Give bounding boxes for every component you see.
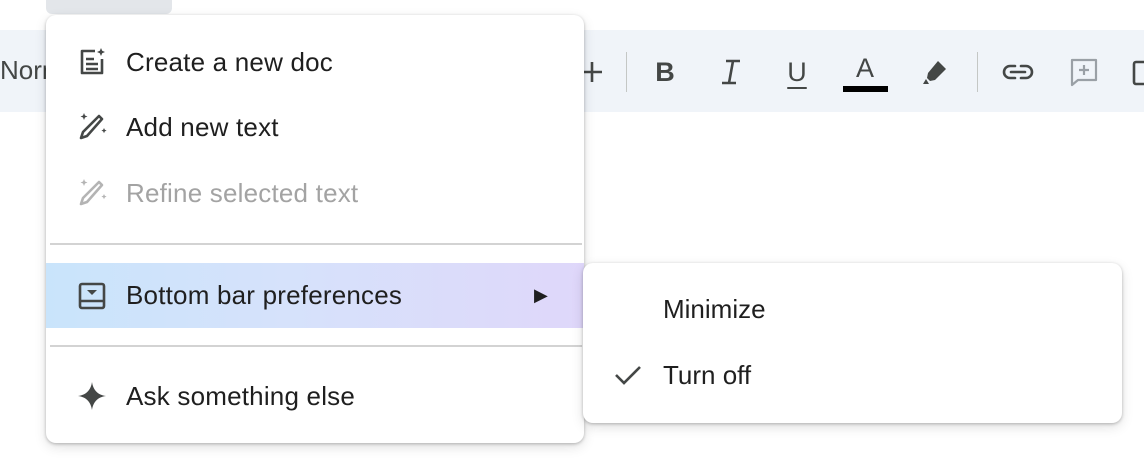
menu-divider: [50, 345, 582, 347]
ai-assist-menu: Create a new doc Add new text Refine sel…: [46, 15, 584, 443]
toolbar-divider: [626, 52, 627, 92]
italic-icon: [722, 59, 740, 85]
text-color-button[interactable]: A: [843, 46, 887, 90]
menu-item-bottom-bar-preferences[interactable]: Bottom bar preferences ▶: [46, 263, 584, 328]
submenu-item-turn-off[interactable]: Turn off: [583, 343, 1122, 407]
underline-icon: U: [787, 56, 807, 87]
text-color-icon: A: [855, 52, 874, 83]
bottom-bar-icon: [74, 278, 110, 314]
insert-image-button[interactable]: [1122, 50, 1144, 94]
bold-button[interactable]: B: [643, 50, 687, 94]
menu-bar-active-item[interactable]: [46, 0, 172, 14]
add-comment-button[interactable]: [1062, 50, 1106, 94]
doc-sparkle-icon: [74, 44, 110, 80]
menu-item-label: Create a new doc: [126, 46, 333, 77]
menu-item-label: Ask something else: [126, 380, 356, 411]
submenu-item-minimize[interactable]: Minimize: [583, 277, 1122, 341]
highlighter-icon: [923, 61, 946, 84]
menu-item-label: Add new text: [126, 111, 279, 142]
link-icon: [1002, 64, 1034, 80]
magic-pen-icon: [74, 175, 110, 211]
text-color-swatch: [843, 86, 888, 92]
sparkle-icon: [74, 378, 110, 414]
checkmark-icon: [611, 358, 645, 392]
submenu-item-label: Turn off: [663, 359, 752, 390]
menu-item-create-new-doc[interactable]: Create a new doc: [46, 30, 584, 94]
menu-item-add-new-text[interactable]: Add new text: [46, 95, 584, 159]
menu-item-label: Refine selected text: [126, 177, 359, 208]
highlight-color-button[interactable]: [913, 50, 957, 94]
menu-divider: [50, 243, 582, 245]
bottom-bar-preferences-submenu: Minimize Turn off: [583, 263, 1122, 423]
bold-icon: B: [655, 56, 675, 87]
menu-item-ask-something-else[interactable]: Ask something else: [46, 364, 584, 428]
image-icon: [1132, 60, 1144, 86]
magic-pen-icon: [74, 109, 110, 145]
menu-item-refine-selected-text[interactable]: Refine selected text: [46, 161, 584, 225]
menu-item-label: Bottom bar preferences: [126, 280, 403, 310]
add-comment-icon: [1070, 58, 1098, 87]
italic-button[interactable]: [709, 50, 753, 94]
underline-button[interactable]: U: [775, 50, 819, 94]
submenu-arrow-icon: ▶: [534, 285, 549, 305]
insert-link-button[interactable]: [996, 50, 1040, 94]
menu-bar: [0, 0, 1144, 14]
submenu-item-label: Minimize: [663, 293, 766, 324]
toolbar-divider: [977, 52, 978, 92]
